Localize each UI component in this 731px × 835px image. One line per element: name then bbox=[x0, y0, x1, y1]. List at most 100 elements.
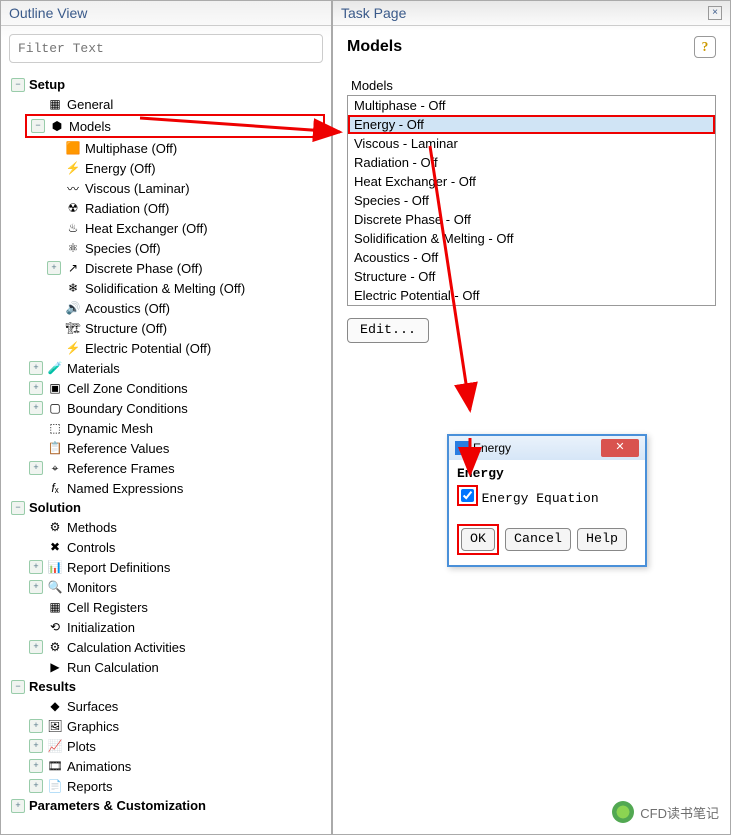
list-item[interactable]: Discrete Phase - Off bbox=[348, 210, 715, 229]
outline-tree[interactable]: −Setup ▦General −⬢Models 🟧Multiphase (Of… bbox=[1, 71, 331, 834]
expand-icon[interactable]: + bbox=[29, 401, 43, 415]
expand-icon[interactable]: + bbox=[29, 560, 43, 574]
edit-button[interactable]: Edit... bbox=[347, 318, 429, 343]
tree-initialization[interactable]: ⟲Initialization bbox=[3, 617, 329, 637]
tree-cell-zone[interactable]: +▣Cell Zone Conditions bbox=[3, 378, 329, 398]
tree-materials[interactable]: +🧪Materials bbox=[3, 358, 329, 378]
cancel-button[interactable]: Cancel bbox=[505, 528, 571, 551]
expand-icon[interactable]: + bbox=[29, 381, 43, 395]
list-item[interactable]: Radiation - Off bbox=[348, 153, 715, 172]
tree-models[interactable]: −⬢Models bbox=[27, 116, 323, 136]
tree-dynamic-mesh[interactable]: ⬚Dynamic Mesh bbox=[3, 418, 329, 438]
task-title-row: Models ? bbox=[347, 36, 716, 58]
tree-general[interactable]: ▦General bbox=[3, 94, 329, 114]
mesh-icon: ⬚ bbox=[47, 420, 63, 436]
list-item[interactable]: Heat Exchanger - Off bbox=[348, 172, 715, 191]
list-item[interactable]: Structure - Off bbox=[348, 267, 715, 286]
list-item[interactable]: Electric Potential - Off bbox=[348, 286, 715, 305]
dialog-section: Energy bbox=[457, 466, 637, 481]
tree-plots[interactable]: +📈Plots bbox=[3, 736, 329, 756]
heat-icon: ♨ bbox=[65, 220, 81, 236]
tree-multiphase[interactable]: 🟧Multiphase (Off) bbox=[3, 138, 329, 158]
expand-icon[interactable]: + bbox=[29, 461, 43, 475]
cellreg-icon: ▦ bbox=[47, 599, 63, 615]
tree-named-expr[interactable]: fₓNamed Expressions bbox=[3, 478, 329, 498]
list-item[interactable]: Viscous - Laminar bbox=[348, 134, 715, 153]
task-title: Models bbox=[347, 38, 402, 56]
tree-solution[interactable]: −Solution bbox=[3, 498, 329, 517]
expand-icon[interactable]: + bbox=[29, 361, 43, 375]
checkbox-label: Energy Equation bbox=[482, 491, 599, 506]
energy-checkbox-row[interactable] bbox=[457, 485, 478, 506]
tree-methods[interactable]: ⚙Methods bbox=[3, 517, 329, 537]
tree-radiation[interactable]: ☢Radiation (Off) bbox=[3, 198, 329, 218]
viscous-icon: 〰 bbox=[65, 180, 81, 196]
list-item[interactable]: Solidification & Melting - Off bbox=[348, 229, 715, 248]
tree-setup[interactable]: −Setup bbox=[3, 75, 329, 94]
watermark-icon bbox=[612, 801, 634, 823]
expand-icon[interactable]: + bbox=[29, 580, 43, 594]
models-highlight: −⬢Models bbox=[25, 114, 325, 138]
tree-acoustics[interactable]: 🔊Acoustics (Off) bbox=[3, 298, 329, 318]
ok-button[interactable]: OK bbox=[461, 528, 495, 551]
models-list-label: Models bbox=[351, 78, 716, 93]
close-icon[interactable]: × bbox=[708, 6, 722, 20]
models-list[interactable]: Multiphase - Off Energy - Off Viscous - … bbox=[347, 95, 716, 306]
tree-discrete-phase[interactable]: +↗Discrete Phase (Off) bbox=[3, 258, 329, 278]
dialog-titlebar[interactable]: Energy ✕ bbox=[449, 436, 645, 460]
expand-icon[interactable]: + bbox=[47, 261, 61, 275]
tree-solidification[interactable]: ❄Solidification & Melting (Off) bbox=[3, 278, 329, 298]
list-item[interactable]: Multiphase - Off bbox=[348, 96, 715, 115]
tree-heat-exchanger[interactable]: ♨Heat Exchanger (Off) bbox=[3, 218, 329, 238]
expand-icon[interactable]: + bbox=[29, 719, 43, 733]
tree-results[interactable]: −Results bbox=[3, 677, 329, 696]
refval-icon: 📋 bbox=[47, 440, 63, 456]
tree-report-def[interactable]: +📊Report Definitions bbox=[3, 557, 329, 577]
reportdef-icon: 📊 bbox=[47, 559, 63, 575]
methods-icon: ⚙ bbox=[47, 519, 63, 535]
tree-monitors[interactable]: +🔍Monitors bbox=[3, 577, 329, 597]
tree-controls[interactable]: ✖Controls bbox=[3, 537, 329, 557]
expand-icon[interactable]: + bbox=[11, 799, 25, 813]
tree-cell-registers[interactable]: ▦Cell Registers bbox=[3, 597, 329, 617]
tree-animations[interactable]: +🎞Animations bbox=[3, 756, 329, 776]
tree-surfaces[interactable]: ◆Surfaces bbox=[3, 696, 329, 716]
models-icon: ⬢ bbox=[49, 118, 65, 134]
tree-electric[interactable]: ⚡Electric Potential (Off) bbox=[3, 338, 329, 358]
tree-species[interactable]: ⚛Species (Off) bbox=[3, 238, 329, 258]
list-item-energy[interactable]: Energy - Off bbox=[348, 115, 715, 134]
filter-input[interactable] bbox=[9, 34, 323, 63]
surfaces-icon: ◆ bbox=[47, 698, 63, 714]
energy-checkbox[interactable] bbox=[461, 489, 474, 502]
tree-run-calc[interactable]: ▶Run Calculation bbox=[3, 657, 329, 677]
tree-viscous[interactable]: 〰Viscous (Laminar) bbox=[3, 178, 329, 198]
tree-reports[interactable]: +📄Reports bbox=[3, 776, 329, 796]
collapse-icon[interactable]: − bbox=[11, 78, 25, 92]
collapse-icon[interactable]: − bbox=[31, 119, 45, 133]
help-button[interactable]: ? bbox=[694, 36, 716, 58]
outline-header: Outline View bbox=[1, 1, 331, 26]
tree-calc-activities[interactable]: +⚙Calculation Activities bbox=[3, 637, 329, 657]
expand-icon[interactable]: + bbox=[29, 640, 43, 654]
tree-graphics[interactable]: +🖼Graphics bbox=[3, 716, 329, 736]
dialog-help-button[interactable]: Help bbox=[577, 528, 627, 551]
expand-icon[interactable]: + bbox=[29, 759, 43, 773]
energy-icon: ⚡ bbox=[65, 160, 81, 176]
ok-highlight: OK bbox=[457, 524, 499, 555]
controls-icon: ✖ bbox=[47, 539, 63, 555]
list-item[interactable]: Species - Off bbox=[348, 191, 715, 210]
tree-ref-frames[interactable]: +⌖Reference Frames bbox=[3, 458, 329, 478]
tree-structure[interactable]: 🏗Structure (Off) bbox=[3, 318, 329, 338]
list-item[interactable]: Acoustics - Off bbox=[348, 248, 715, 267]
tree-energy[interactable]: ⚡Energy (Off) bbox=[3, 158, 329, 178]
expand-icon[interactable]: + bbox=[29, 779, 43, 793]
structure-icon: 🏗 bbox=[65, 320, 81, 336]
species-icon: ⚛ bbox=[65, 240, 81, 256]
dialog-close-icon[interactable]: ✕ bbox=[601, 439, 639, 457]
collapse-icon[interactable]: − bbox=[11, 680, 25, 694]
tree-ref-values[interactable]: 📋Reference Values bbox=[3, 438, 329, 458]
tree-boundary[interactable]: +▢Boundary Conditions bbox=[3, 398, 329, 418]
collapse-icon[interactable]: − bbox=[11, 501, 25, 515]
expand-icon[interactable]: + bbox=[29, 739, 43, 753]
tree-parameters[interactable]: +Parameters & Customization bbox=[3, 796, 329, 815]
